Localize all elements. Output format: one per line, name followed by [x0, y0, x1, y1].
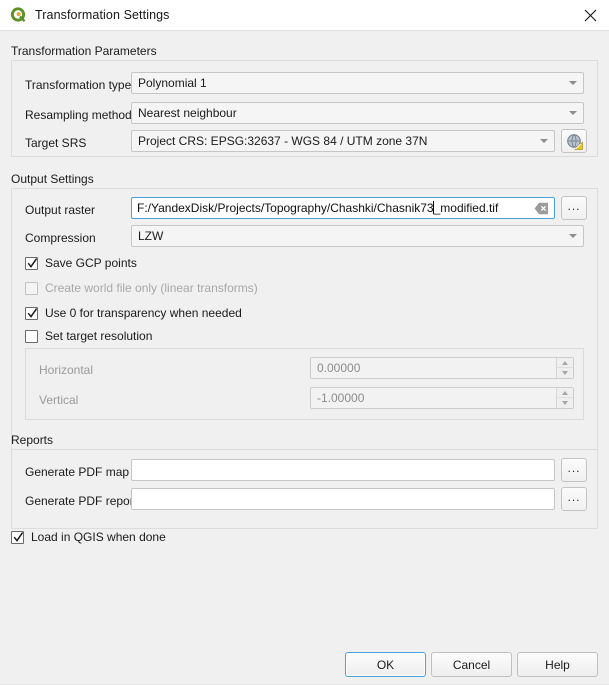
resampling-method-label: Resampling method [25, 108, 132, 122]
set-target-resolution-label: Set target resolution [45, 329, 153, 343]
checkbox-box [25, 306, 38, 320]
use-zero-transparency-checkbox[interactable]: Use 0 for transparency when needed [25, 306, 242, 320]
compression-label: Compression [25, 231, 96, 245]
help-button[interactable]: Help [517, 652, 598, 677]
vertical-resolution-value: -1.00000 [317, 391, 365, 405]
load-in-qgis-label: Load in QGIS when done [31, 530, 166, 544]
ok-button[interactable]: OK [345, 652, 426, 677]
checkbox-box [25, 281, 38, 295]
checkbox-box [25, 329, 38, 343]
check-icon [27, 307, 38, 318]
compression-value: LZW [138, 229, 164, 243]
output-raster-value-post: _modified.tif [433, 201, 499, 215]
window-title: Transformation Settings [35, 8, 170, 22]
generate-pdf-report-label: Generate PDF report [25, 494, 138, 508]
spinner-up-icon [557, 388, 573, 398]
title-bar: Transformation Settings [0, 0, 609, 31]
save-gcp-points-checkbox[interactable]: Save GCP points [25, 256, 137, 270]
spinner-down-icon [557, 368, 573, 378]
reports-heading: Reports [11, 433, 54, 447]
checkbox-box [11, 530, 24, 544]
output-settings-heading: Output Settings [11, 172, 94, 186]
chevron-down-icon [563, 111, 583, 115]
globe-crs-icon-button[interactable] [561, 129, 587, 153]
transformation-type-combobox[interactable]: Polynomial 1 [131, 72, 584, 94]
vertical-resolution-spinbox: -1.00000 [310, 387, 574, 409]
output-raster-value-pre: F:/YandexDisk/Projects/Topography/Chashk… [137, 201, 434, 215]
output-raster-input[interactable]: F:/YandexDisk/Projects/Topography/Chashk… [131, 197, 555, 219]
generate-pdf-report-browse-button[interactable]: ... [561, 487, 587, 511]
generate-pdf-map-browse-button[interactable]: ... [561, 458, 587, 482]
output-raster-browse-button[interactable]: ... [561, 196, 587, 220]
generate-pdf-map-input[interactable] [131, 459, 555, 481]
load-in-qgis-checkbox[interactable]: Load in QGIS when done [11, 530, 166, 544]
close-icon[interactable] [571, 0, 609, 31]
chevron-down-icon [534, 139, 554, 143]
output-raster-value: F:/YandexDisk/Projects/Topography/Chashk… [132, 201, 531, 215]
resampling-method-value: Nearest neighbour [138, 106, 237, 120]
target-srs-label: Target SRS [25, 136, 87, 150]
horizontal-label: Horizontal [39, 363, 94, 377]
output-raster-label: Output raster [25, 203, 96, 217]
transformation-parameters-heading: Transformation Parameters [11, 44, 157, 58]
qgis-logo-icon [9, 6, 27, 24]
checkbox-box [25, 256, 38, 270]
target-srs-combobox[interactable]: Project CRS: EPSG:32637 - WGS 84 / UTM z… [131, 130, 555, 152]
spinner-buttons [556, 358, 573, 378]
create-world-file-only-label: Create world file only (linear transform… [45, 281, 258, 295]
set-target-resolution-checkbox[interactable]: Set target resolution [25, 329, 152, 343]
use-zero-transparency-label: Use 0 for transparency when needed [45, 306, 242, 320]
horizontal-resolution-spinbox: 0.00000 [310, 357, 574, 379]
compression-combobox[interactable]: LZW [131, 225, 584, 247]
dialog-body: Transformation Parameters Transformation… [0, 31, 609, 685]
generate-pdf-map-label: Generate PDF map [25, 465, 130, 479]
transformation-type-value: Polynomial 1 [138, 76, 207, 90]
generate-pdf-report-input[interactable] [131, 488, 555, 510]
horizontal-resolution-value: 0.00000 [317, 361, 361, 375]
spinner-up-icon [557, 358, 573, 368]
spinner-down-icon [557, 398, 573, 408]
clear-field-icon[interactable] [531, 198, 551, 218]
chevron-down-icon [563, 81, 583, 85]
check-icon [27, 257, 38, 268]
cancel-button[interactable]: Cancel [431, 652, 512, 677]
vertical-label: Vertical [39, 393, 79, 407]
resampling-method-combobox[interactable]: Nearest neighbour [131, 102, 584, 124]
chevron-down-icon [563, 234, 583, 238]
check-icon [13, 531, 24, 542]
globe-crs-icon [566, 133, 583, 150]
spinner-buttons [556, 388, 573, 408]
save-gcp-points-label: Save GCP points [45, 256, 137, 270]
create-world-file-only-checkbox: Create world file only (linear transform… [25, 281, 258, 295]
transformation-type-label: Transformation type [25, 78, 132, 92]
target-srs-value: Project CRS: EPSG:32637 - WGS 84 / UTM z… [138, 134, 428, 148]
